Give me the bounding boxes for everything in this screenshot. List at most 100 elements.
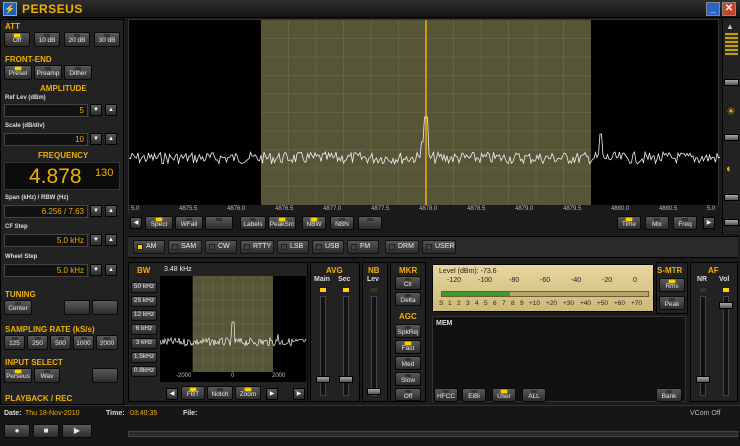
agc-spkrej-button[interactable]: SpkRej <box>395 324 421 338</box>
strip-knob-4[interactable] <box>724 219 739 226</box>
sampling-500-button[interactable]: 500 <box>50 335 71 350</box>
smtr-rms-button[interactable]: Rms <box>659 278 685 292</box>
scroll-left-button[interactable]: ◀ <box>130 217 142 229</box>
fbt-button[interactable]: FBT <box>181 386 205 400</box>
spect-button[interactable]: Spect <box>145 216 173 230</box>
spec-blank-button-2[interactable] <box>358 216 382 230</box>
mix-button[interactable]: Mix <box>645 216 669 230</box>
af-nr-slider-knob[interactable] <box>696 376 710 383</box>
mem-hfcc-button[interactable]: HFCC <box>434 388 458 402</box>
scroll-up-icon[interactable]: ▲ <box>726 22 734 31</box>
mem-user-button[interactable]: User <box>492 388 516 402</box>
sampling-250-button[interactable]: 250 <box>27 335 48 350</box>
ref-level-down-button[interactable]: ▼ <box>90 104 102 116</box>
mode-rtty-button[interactable]: RTTY <box>240 240 274 254</box>
ref-level-up-button[interactable]: ▲ <box>105 104 117 116</box>
spectrum-panel[interactable]: 5.0 4875.5 4876.0 4876.5 4877.0 4877.5 4878.0 4… <box>128 19 721 215</box>
agc-fast-button[interactable]: Fast <box>395 340 421 354</box>
mode-am-button[interactable]: AM <box>133 240 165 254</box>
bw-0p8k-button[interactable]: 0.8kHz <box>131 366 157 377</box>
bw-plot[interactable]: -2000 0 2000 <box>159 276 307 382</box>
strip-knob-2[interactable] <box>724 134 739 141</box>
avg-main-slider-knob[interactable] <box>316 376 330 383</box>
att-30db-button[interactable]: 30 dB <box>94 32 120 47</box>
nb-slider-knob[interactable] <box>367 388 381 395</box>
contrast-icon[interactable]: ◐ <box>726 163 733 175</box>
wheel-step-field[interactable]: 5.0 kHz <box>4 264 88 277</box>
smtr-peak-button[interactable]: Peak <box>659 296 685 310</box>
att-10db-button[interactable]: 10 dB <box>34 32 60 47</box>
bw-spectrum[interactable] <box>159 276 307 382</box>
frequency-display[interactable]: 4.878 130 <box>4 162 120 190</box>
nb-slider-track[interactable] <box>371 296 377 396</box>
mode-lsb-button[interactable]: LSB <box>277 240 309 254</box>
avg-sec-slider-knob[interactable] <box>339 376 353 383</box>
spec-blank-button[interactable] <box>205 216 233 230</box>
record-button[interactable]: ● <box>4 424 30 438</box>
bw-left-button[interactable]: ◀ <box>166 388 178 400</box>
bw-6k-button[interactable]: 6 kHz <box>131 324 157 335</box>
center-button[interactable]: Center <box>4 300 32 315</box>
sampling-125-button[interactable]: 125 <box>4 335 25 350</box>
mem-bank-button[interactable]: Bank <box>656 388 682 402</box>
mode-drm-button[interactable]: DRM <box>385 240 419 254</box>
bw-3k-button[interactable]: 3 kHz <box>131 338 157 349</box>
mem-all-button[interactable]: ALL <box>522 388 546 402</box>
cf-step-up-button[interactable]: ▲ <box>105 234 117 246</box>
cf-step-down-button[interactable]: ▼ <box>90 234 102 246</box>
agc-med-button[interactable]: Med <box>395 356 421 370</box>
tuning-blank-button-2[interactable] <box>92 300 118 315</box>
wheel-step-up-button[interactable]: ▲ <box>105 264 117 276</box>
mem-eibi-button[interactable]: EiBi <box>462 388 486 402</box>
input-perseus-button[interactable]: Perseus <box>4 368 32 383</box>
scale-field[interactable]: 10 <box>4 133 88 146</box>
sampling-1000-button[interactable]: 1000 <box>73 335 94 350</box>
span-field[interactable]: 6.256 / 7.63 <box>4 205 88 218</box>
mode-cw-button[interactable]: CW <box>205 240 237 254</box>
af-vol-slider-track[interactable] <box>723 296 729 396</box>
bw-step-button[interactable]: ▶ <box>266 388 278 400</box>
mode-usb-button[interactable]: USB <box>312 240 344 254</box>
bw-12k-button[interactable]: 12 kHz <box>131 310 157 321</box>
mkr-clr-button[interactable]: Clr <box>395 276 421 290</box>
close-button[interactable]: ✕ <box>722 2 736 16</box>
ref-level-field[interactable]: 5 <box>4 104 88 117</box>
dither-button[interactable]: Dither <box>64 65 92 80</box>
mode-user-button[interactable]: USER <box>422 240 456 254</box>
wheel-step-down-button[interactable]: ▼ <box>90 264 102 276</box>
strip-knob-1[interactable] <box>724 79 739 86</box>
bw-50k-button[interactable]: 50 kHz <box>131 282 157 293</box>
mkr-delta-button[interactable]: Delta <box>395 292 421 306</box>
minimize-button[interactable]: _ <box>706 2 720 16</box>
input-blank-button[interactable] <box>92 368 118 383</box>
time-button[interactable]: Time <box>617 216 641 230</box>
af-vol-slider-knob[interactable] <box>719 302 733 309</box>
nbn-button[interactable]: NBN <box>330 216 354 230</box>
notch-button[interactable]: Notch <box>207 386 233 400</box>
bw-1p5k-button[interactable]: 1.5kHz <box>131 352 157 363</box>
scale-down-button[interactable]: ▼ <box>90 133 102 145</box>
scale-up-button[interactable]: ▲ <box>105 133 117 145</box>
bw-25k-button[interactable]: 25 kHz <box>131 296 157 307</box>
agc-off-button[interactable]: Off <box>395 388 421 401</box>
wfall-button[interactable]: WFall <box>175 216 203 230</box>
preamp-button[interactable]: Preamp <box>34 65 62 80</box>
att-off-button[interactable]: Off <box>4 32 30 47</box>
att-20db-button[interactable]: 20 dB <box>64 32 90 47</box>
brightness-icon[interactable]: ☀ <box>726 105 736 118</box>
span-down-button[interactable]: ▼ <box>90 205 102 217</box>
bw-right-button[interactable]: ▶ <box>293 388 305 400</box>
presel-button[interactable]: Presel <box>4 65 32 80</box>
cf-step-field[interactable]: 5.0 kHz <box>4 234 88 247</box>
agc-slow-button[interactable]: Slow <box>395 372 421 386</box>
zoom-button[interactable]: Zoom <box>235 386 261 400</box>
scroll-thumb[interactable] <box>725 33 738 55</box>
scroll-right-button[interactable]: ▶ <box>703 217 715 229</box>
mode-fm-button[interactable]: FM <box>347 240 379 254</box>
input-wav-button[interactable]: Wav <box>34 368 60 383</box>
mode-sam-button[interactable]: SAM <box>168 240 202 254</box>
freq-button[interactable]: Freq <box>673 216 697 230</box>
span-up-button[interactable]: ▲ <box>105 205 117 217</box>
tuning-blank-button-1[interactable] <box>64 300 90 315</box>
strip-knob-3[interactable] <box>724 194 739 201</box>
